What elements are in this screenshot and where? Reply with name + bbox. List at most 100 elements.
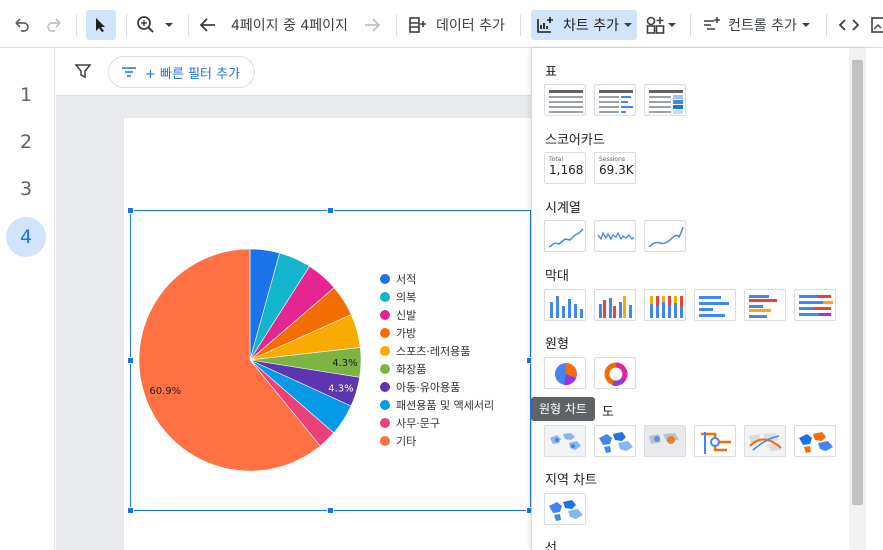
legend-swatch: [380, 400, 390, 410]
stacked-column-chart-option[interactable]: [644, 289, 686, 321]
google-map-option[interactable]: [544, 425, 586, 457]
table-heatmap-chart-option[interactable]: [644, 84, 686, 116]
legend-swatch: [380, 364, 390, 374]
legend-swatch: [380, 328, 390, 338]
legend-swatch: [380, 292, 390, 302]
grouped-column-chart-option[interactable]: [594, 289, 636, 321]
page-item-3[interactable]: 3: [6, 169, 46, 209]
arrow-right-icon: [365, 18, 381, 32]
legend-swatch: [380, 418, 390, 428]
top-toolbar: 4페이지 중 4페이지 데이터 추가 차트 추가 컨트롤 추가: [0, 0, 883, 48]
resize-handle[interactable]: [327, 207, 334, 214]
panel-scrollbar-thumb[interactable]: [852, 60, 863, 505]
scorecard-total-option[interactable]: Total 1,168: [544, 152, 586, 184]
filter-icon[interactable]: [74, 62, 92, 84]
geo-chart-option[interactable]: [544, 493, 586, 525]
legend-label: 스포츠·레저용품: [396, 345, 471, 358]
column-chart-option[interactable]: [544, 289, 586, 321]
section-bar-label: 막대: [545, 269, 569, 284]
donut-chart-option[interactable]: [594, 357, 636, 389]
add-chart-icon: [537, 17, 553, 33]
filled-map-option[interactable]: [594, 425, 636, 457]
add-chart-label: 차트 추가: [563, 18, 619, 34]
sparkline-chart-option[interactable]: [594, 220, 636, 252]
legend-label: 서적: [396, 273, 417, 286]
smoothed-timeseries-option[interactable]: [644, 220, 686, 252]
page-item-1[interactable]: 1: [6, 75, 46, 115]
legend-label: 패션용품 및 액세서리: [396, 399, 495, 412]
scorecard-total-label: Total: [549, 156, 564, 163]
legend-item: 스포츠·레저용품: [380, 342, 494, 360]
timeseries-chart-option[interactable]: [544, 220, 586, 252]
add-control-button[interactable]: 컨트롤 추가: [702, 10, 811, 40]
legend-swatch: [380, 436, 390, 446]
prev-page-button[interactable]: [198, 10, 218, 40]
legend-label: 신발: [396, 309, 417, 322]
embed-code-button[interactable]: [838, 10, 860, 40]
undo-icon[interactable]: [12, 10, 32, 40]
section-geo-chart-label: 지역 차트: [545, 473, 597, 488]
section-line-label: 선: [545, 541, 557, 550]
pie-chart-option[interactable]: [544, 357, 586, 389]
pie-data-label: 60.9%: [149, 386, 181, 397]
legend-label: 아동·유아용품: [396, 381, 461, 394]
table-bars-chart-option[interactable]: [594, 84, 636, 116]
section-scorecard-label: 스코어카드: [545, 133, 605, 148]
resize-handle[interactable]: [327, 507, 334, 514]
legend-label: 기타: [396, 435, 417, 448]
quick-filter-label: + 빠른 필터 추가: [145, 66, 241, 82]
legend-item: 패션용품 및 액세서리: [380, 396, 494, 414]
scorecard-sessions-option[interactable]: Sessions 69.3K: [594, 152, 636, 184]
page-item-2[interactable]: 2: [6, 122, 46, 162]
line-map-option[interactable]: [694, 425, 736, 457]
page-item-4[interactable]: 4: [6, 217, 46, 257]
code-icon: [838, 19, 860, 31]
legend-label: 의복: [396, 291, 417, 304]
legend-item: 기타: [380, 432, 494, 450]
legend-item: 화장품: [380, 360, 494, 378]
scorecard-total-value: 1,168: [549, 163, 584, 177]
resize-handle[interactable]: [127, 207, 134, 214]
image-icon[interactable]: [870, 10, 883, 40]
next-page-button[interactable]: [362, 10, 382, 40]
pie-chart-tooltip: 원형 차트: [531, 397, 595, 421]
add-component-icon: [646, 16, 665, 34]
section-table-label: 표: [545, 65, 557, 80]
add-chart-button[interactable]: 차트 추가: [531, 10, 637, 40]
bar-chart-option[interactable]: [694, 289, 736, 321]
add-control-icon: [704, 17, 720, 30]
pie-chart[interactable]: 4.3% 4.3% 60.9%: [130, 240, 370, 480]
pie-data-label: 4.3%: [332, 358, 357, 369]
legend-label: 화장품: [396, 363, 427, 376]
zoom-button[interactable]: [136, 10, 174, 40]
arrow-left-icon: [199, 18, 215, 32]
add-component-button[interactable]: [645, 10, 677, 40]
add-data-icon: [409, 17, 426, 33]
legend-item: 아동·유아용품: [380, 378, 494, 396]
legend-swatch: [380, 382, 390, 392]
resize-handle[interactable]: [127, 507, 134, 514]
legend-item: 의복: [380, 288, 494, 306]
chevron-down-icon: [165, 23, 173, 27]
chart-legend: 서적 의복 신발 가방 스포츠·레저용품 화장품 아동·유아용품 패션용품 및 액세서리 사무·…: [380, 270, 494, 450]
legend-item: 서적: [380, 270, 494, 288]
redo-icon[interactable]: [44, 10, 64, 40]
stacked-bar-chart-option[interactable]: [794, 289, 836, 321]
table-chart-option[interactable]: [544, 84, 586, 116]
legend-swatch: [380, 310, 390, 320]
quick-filter-button[interactable]: + 빠른 필터 추가: [108, 56, 256, 88]
legend-item: 신발: [380, 306, 494, 324]
region-map-option[interactable]: [794, 425, 836, 457]
heatmap-map-option[interactable]: [744, 425, 786, 457]
pie-data-label: 4.3%: [328, 383, 353, 394]
scorecard-sessions-value: 69.3K: [599, 163, 634, 177]
bubble-map-option[interactable]: [644, 425, 686, 457]
grouped-bar-chart-option[interactable]: [744, 289, 786, 321]
legend-label: 가방: [396, 327, 417, 340]
select-pointer-button[interactable]: [86, 10, 116, 40]
add-data-button[interactable]: 데이터 추가: [408, 10, 505, 40]
add-control-label: 컨트롤 추가: [728, 18, 797, 34]
chevron-down-icon: [623, 23, 632, 27]
legend-swatch: [380, 274, 390, 284]
legend-item: 가방: [380, 324, 494, 342]
